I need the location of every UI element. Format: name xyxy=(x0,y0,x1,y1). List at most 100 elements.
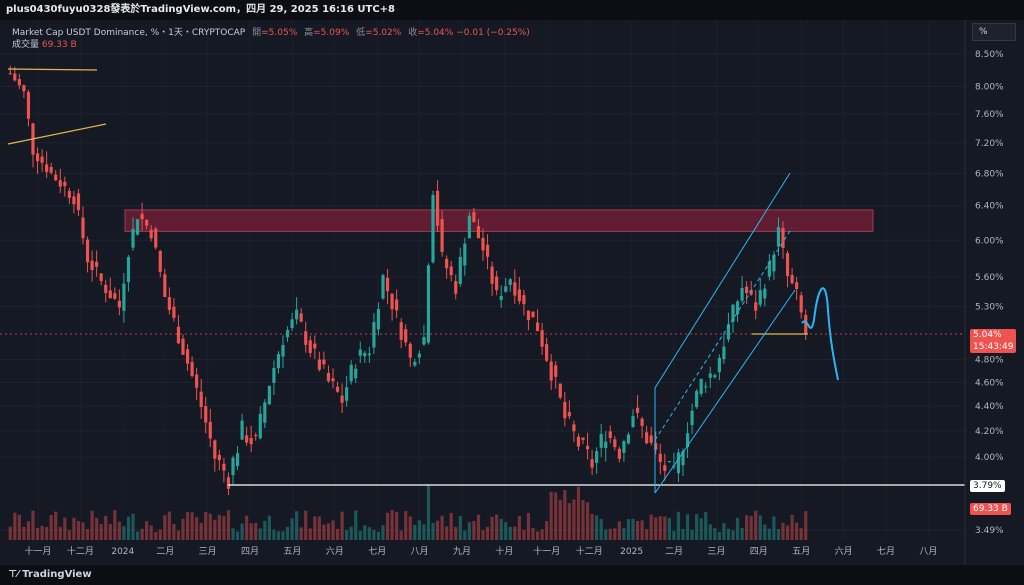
volume-bar xyxy=(626,519,631,540)
x-tick-label: 十月 xyxy=(495,545,513,557)
volume-bar xyxy=(122,526,126,540)
volume-bar xyxy=(758,515,762,540)
percent-scale-button[interactable]: % xyxy=(972,23,1016,41)
candle-body xyxy=(372,322,376,348)
y-tick-label: 5.60% xyxy=(975,273,1004,283)
volume-bar xyxy=(795,522,799,540)
candle-body xyxy=(649,435,653,443)
candle-body xyxy=(135,219,140,235)
volume-bar xyxy=(90,510,94,540)
candle-body xyxy=(540,330,544,347)
candle-body xyxy=(45,164,49,173)
chart-frame[interactable]: 8.50% 8.00% 7.60% 7.20% 6.80% 6.40% 6.00% 5.60%… xyxy=(0,20,1024,565)
candle-body xyxy=(795,282,799,290)
volume-bar xyxy=(367,527,371,540)
y-tick-label: 6.80% xyxy=(975,169,1004,179)
candle-body xyxy=(290,319,294,329)
candle-body xyxy=(413,361,417,366)
volume-bar xyxy=(154,531,158,540)
volume-bar xyxy=(113,510,117,540)
tradingview-logo[interactable]: ⊤⁄ TradingView xyxy=(8,569,92,580)
candle-body xyxy=(267,385,271,405)
volume-bar xyxy=(472,521,476,540)
volume-bar xyxy=(667,517,671,540)
x-tick-label: 五月 xyxy=(283,546,301,557)
tv-logo-icon: ⊤⁄ xyxy=(8,569,23,580)
volume-bar xyxy=(295,511,299,540)
candle-body xyxy=(663,465,667,471)
volume-bar xyxy=(408,516,412,540)
candle-body xyxy=(276,354,281,369)
candle-body xyxy=(426,265,431,343)
candle-body xyxy=(272,367,276,383)
volume-bar xyxy=(499,519,503,540)
candle-body xyxy=(363,352,367,357)
volume-bar xyxy=(363,525,367,540)
candle-body xyxy=(390,293,394,310)
volume-bar xyxy=(240,523,244,540)
candle-body xyxy=(322,359,326,365)
volume-bar xyxy=(572,499,576,540)
volume-bar xyxy=(585,502,590,540)
volume-bar xyxy=(181,518,185,540)
candle-body xyxy=(658,453,662,462)
x-tick-label: 四月 xyxy=(750,546,768,557)
volume-bar xyxy=(526,512,531,540)
x-tick-label: 2025 xyxy=(620,547,643,557)
volume-bar xyxy=(490,516,494,540)
volume-bar xyxy=(731,530,735,540)
y-tick-label: 8.00% xyxy=(975,82,1004,92)
candle-body xyxy=(676,452,681,474)
candle-body xyxy=(449,266,453,276)
volume-bar xyxy=(690,529,694,540)
candle-body xyxy=(154,228,158,248)
candle-body xyxy=(513,282,517,296)
price-chart[interactable]: 8.50% 8.00% 7.60% 7.20% 6.80% 6.40% 6.00% 5.60%… xyxy=(0,20,1024,565)
x-tick-label: 九月 xyxy=(453,546,471,557)
volume-bar xyxy=(331,520,335,540)
close-label: 收 xyxy=(408,28,418,38)
volume-bar xyxy=(26,521,31,540)
volume-bar xyxy=(740,527,744,540)
volume-bar xyxy=(358,530,362,540)
volume-bar xyxy=(463,530,467,540)
volume-bar xyxy=(254,522,258,540)
candle-body xyxy=(72,196,76,205)
candle-body xyxy=(349,364,353,382)
volume-bar xyxy=(349,526,353,540)
candle-body xyxy=(776,227,781,247)
volume-bar xyxy=(608,528,612,540)
volume-bar xyxy=(267,515,271,540)
volume-bar xyxy=(76,521,81,540)
volume-bar xyxy=(613,528,617,540)
volume-bar xyxy=(695,514,699,540)
candle-body xyxy=(281,344,285,357)
volume-bar xyxy=(654,517,658,540)
candle-body xyxy=(617,448,621,459)
candle-body xyxy=(622,441,626,453)
candle-body xyxy=(581,437,585,440)
candle-body xyxy=(367,353,371,356)
candle-body xyxy=(472,212,476,223)
volume-bar xyxy=(63,517,67,540)
candle-body xyxy=(395,299,399,311)
publisher-text: plus0430fuyu0328發表於TradingView.com，四月 29… xyxy=(6,4,396,15)
volume-bar xyxy=(149,525,153,540)
candle-body xyxy=(235,453,240,466)
candle-body xyxy=(545,344,549,361)
candle-body xyxy=(172,306,176,318)
candle-body xyxy=(181,338,185,355)
candle-body xyxy=(313,343,317,349)
volume-bar xyxy=(531,527,535,540)
volume-bar xyxy=(345,530,349,540)
volume-bar xyxy=(540,529,544,540)
volume-bar xyxy=(799,528,803,540)
volume-bar xyxy=(395,511,399,540)
candle-body xyxy=(558,383,562,398)
candle-body xyxy=(195,374,199,388)
candle-body xyxy=(722,346,726,360)
candle-body xyxy=(381,275,385,299)
volume-bar xyxy=(767,528,771,540)
volume-bar xyxy=(404,511,408,540)
candle-body xyxy=(549,361,553,381)
